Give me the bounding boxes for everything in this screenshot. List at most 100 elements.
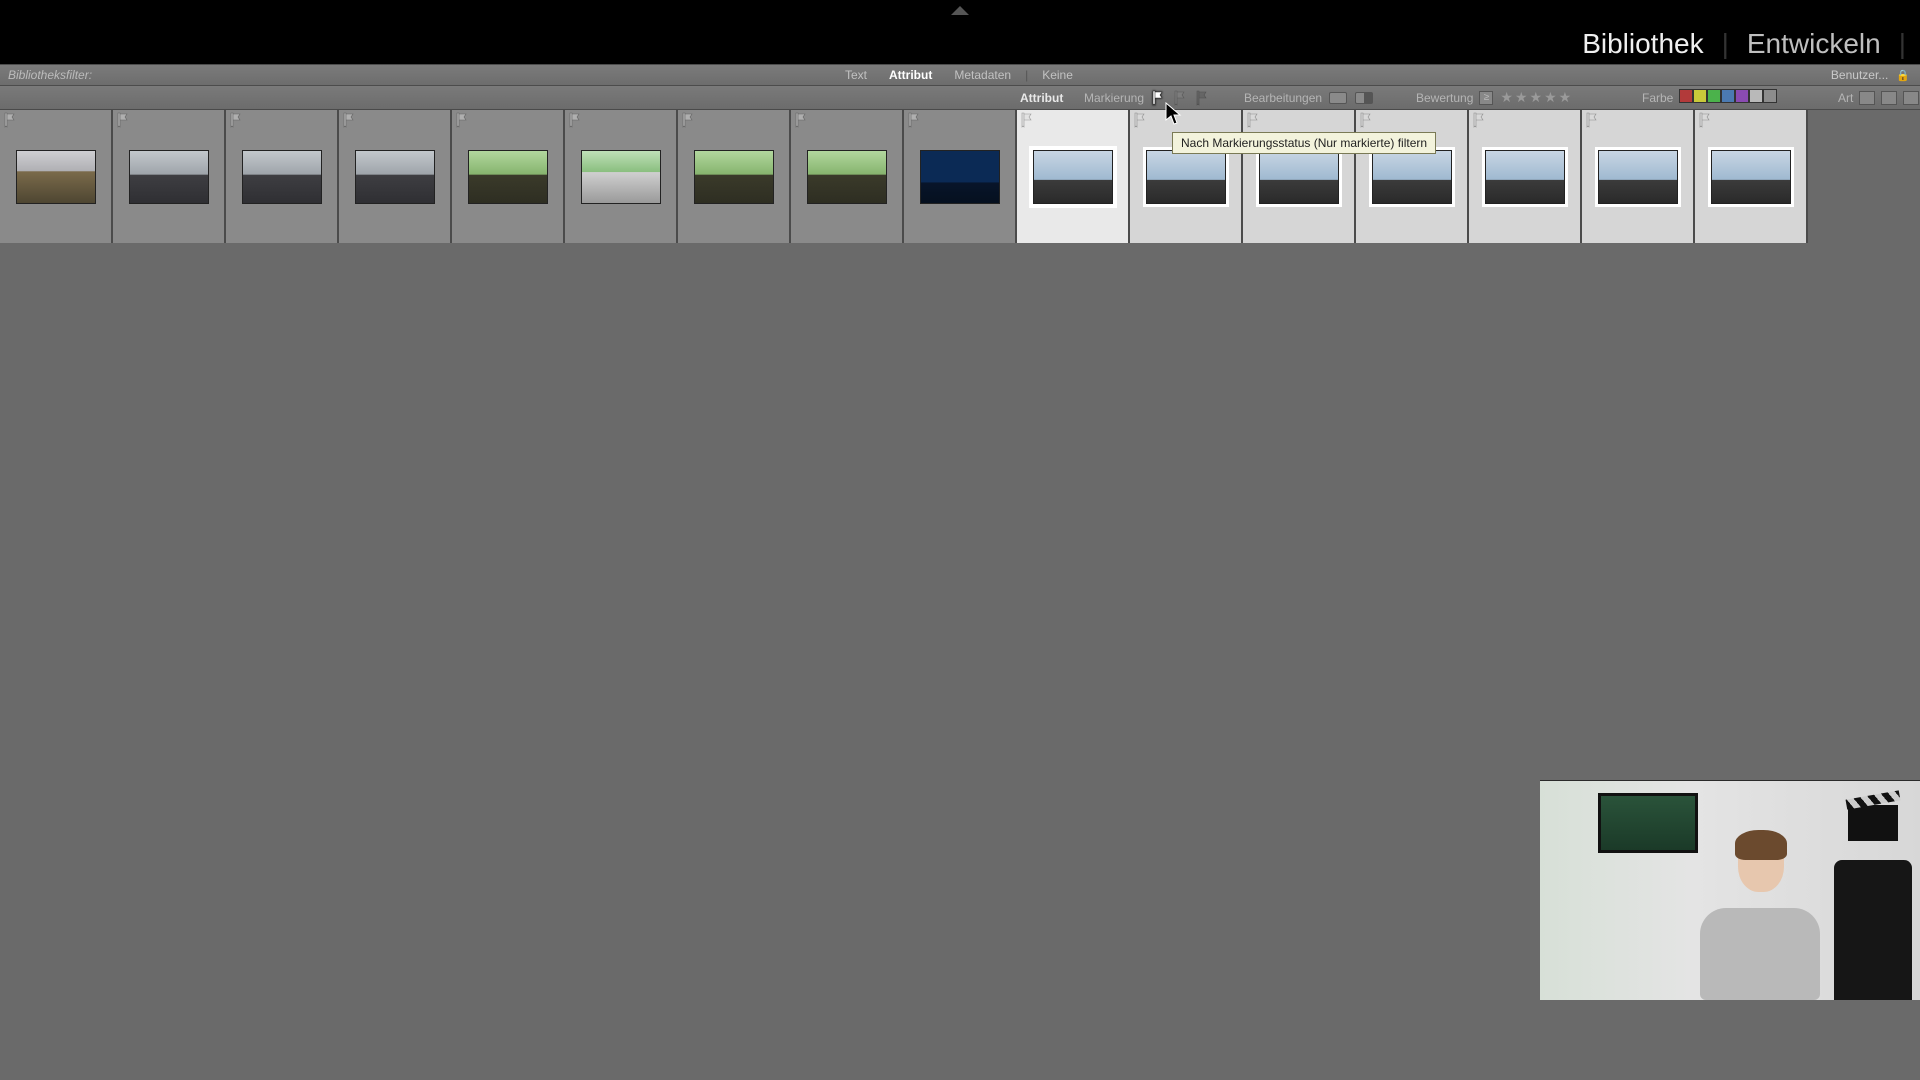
webcam-overlay	[1540, 780, 1920, 1000]
thumbnail-flag-icon[interactable]	[1471, 112, 1487, 128]
thumbnail-flag-icon[interactable]	[1358, 112, 1374, 128]
color-swatch-6[interactable]	[1763, 89, 1777, 103]
color-filter-label: Farbe	[1642, 91, 1673, 105]
color-swatch-0[interactable]	[1679, 89, 1693, 103]
filter-tabs: Text Attribut Metadaten | Keine	[835, 66, 1083, 84]
thumbnail-flag-icon[interactable]	[793, 112, 809, 128]
thumbnail-cell[interactable]	[904, 110, 1017, 243]
kind-video-button[interactable]	[1903, 91, 1919, 105]
thumbnail-flag-icon[interactable]	[454, 112, 470, 128]
filter-preset-dropdown[interactable]: Benutzer...	[1831, 68, 1888, 82]
kind-master-button[interactable]	[1859, 91, 1875, 105]
thumbnail-cell[interactable]	[1695, 110, 1808, 243]
flag-rejected-icon[interactable]	[1194, 90, 1210, 106]
attribute-filter-bar: Attribut Markierung Bearbeitungen Bewert…	[0, 86, 1920, 110]
filter-tab-none[interactable]: Keine	[1032, 66, 1083, 84]
thumbnail-image[interactable]	[581, 150, 661, 204]
color-swatch-1[interactable]	[1693, 89, 1707, 103]
color-swatch-2[interactable]	[1707, 89, 1721, 103]
thumbnail-flag-icon[interactable]	[567, 112, 583, 128]
color-swatch-4[interactable]	[1735, 89, 1749, 103]
thumbnail-image[interactable]	[920, 150, 1000, 204]
thumbnail-cell[interactable]	[791, 110, 904, 243]
flag-picked-icon[interactable]	[1150, 90, 1166, 106]
module-develop[interactable]: Entwickeln	[1747, 28, 1881, 60]
rating-star-3[interactable]: ★	[1530, 89, 1543, 105]
rating-star-4[interactable]: ★	[1544, 89, 1557, 105]
thumbnail-flag-icon[interactable]	[680, 112, 696, 128]
library-filter-bar: Bibliotheksfilter: Text Attribut Metadat…	[0, 64, 1920, 86]
rating-star-2[interactable]: ★	[1515, 89, 1528, 105]
flag-filter-tooltip: Nach Markierungsstatus (Nur markierte) f…	[1172, 132, 1436, 154]
rating-operator-button[interactable]: ≥	[1479, 91, 1493, 105]
color-swatch-5[interactable]	[1749, 89, 1763, 103]
thumbnail-image[interactable]	[16, 150, 96, 204]
thumbnail-flag-icon[interactable]	[2, 112, 18, 128]
kind-virtual-button[interactable]	[1881, 91, 1897, 105]
flag-filter-label: Markierung	[1084, 91, 1144, 105]
thumbnail-image[interactable]	[1372, 150, 1452, 204]
thumbnail-flag-icon[interactable]	[341, 112, 357, 128]
thumbnail-cell[interactable]	[1356, 110, 1469, 243]
thumbnail-cell[interactable]	[452, 110, 565, 243]
filter-lock-icon[interactable]: 🔒	[1896, 69, 1910, 82]
thumbnail-cell[interactable]	[1243, 110, 1356, 243]
thumbnail-flag-icon[interactable]	[906, 112, 922, 128]
panel-reveal-arrow-icon[interactable]	[951, 6, 969, 15]
thumbnail-flag-icon[interactable]	[115, 112, 131, 128]
thumbnail-image[interactable]	[1711, 150, 1791, 204]
thumbnail-flag-icon[interactable]	[1584, 112, 1600, 128]
kind-filter-label: Art	[1838, 91, 1853, 105]
thumbnail-flag-icon[interactable]	[1019, 112, 1035, 128]
rating-filter-group: Bewertung ≥ ★★★★★	[1416, 89, 1572, 106]
webcam-clapperboard-icon	[1848, 805, 1898, 841]
thumbnail-image[interactable]	[1146, 150, 1226, 204]
thumbnail-cell[interactable]	[1130, 110, 1243, 243]
rating-star-1[interactable]: ★	[1500, 89, 1513, 105]
thumbnail-cell[interactable]	[1017, 110, 1130, 243]
webcam-background-art	[1598, 793, 1698, 853]
thumbnail-cell[interactable]	[678, 110, 791, 243]
color-filter-group: Farbe	[1642, 89, 1777, 106]
thumbnail-image[interactable]	[1598, 150, 1678, 204]
webcam-chair	[1834, 860, 1912, 1000]
thumbnail-image[interactable]	[242, 150, 322, 204]
thumbnail-image[interactable]	[694, 150, 774, 204]
edits-unedited-toggle[interactable]	[1355, 92, 1373, 104]
thumbnail-flag-icon[interactable]	[228, 112, 244, 128]
filter-tab-metadata[interactable]: Metadaten	[944, 66, 1021, 84]
thumbnail-cell[interactable]	[1469, 110, 1582, 243]
flag-unflagged-icon[interactable]	[1172, 90, 1188, 106]
edits-edited-toggle[interactable]	[1329, 92, 1347, 104]
module-separator: |	[1899, 28, 1906, 60]
thumbnail-flag-icon[interactable]	[1697, 112, 1713, 128]
filter-tab-separator: |	[1023, 66, 1030, 84]
thumbnail-cell[interactable]	[0, 110, 113, 243]
thumbnail-flag-icon[interactable]	[1132, 112, 1148, 128]
kind-filter-group: Art	[1838, 91, 1919, 105]
edits-filter-label: Bearbeitungen	[1244, 91, 1322, 105]
thumbnail-cell[interactable]	[113, 110, 226, 243]
thumbnail-image[interactable]	[129, 150, 209, 204]
thumbnail-cell[interactable]	[565, 110, 678, 243]
filter-tab-attribute[interactable]: Attribut	[879, 66, 942, 84]
thumbnail-image[interactable]	[1259, 150, 1339, 204]
thumbnail-image[interactable]	[355, 150, 435, 204]
thumbnail-cell[interactable]	[226, 110, 339, 243]
filter-tab-text[interactable]: Text	[835, 66, 877, 84]
rating-star-5[interactable]: ★	[1559, 89, 1572, 105]
thumbnail-image[interactable]	[807, 150, 887, 204]
module-library[interactable]: Bibliothek	[1582, 28, 1703, 60]
thumbnail-flag-icon[interactable]	[1245, 112, 1261, 128]
rating-filter-label: Bewertung	[1416, 91, 1473, 105]
thumbnail-image[interactable]	[1033, 150, 1113, 204]
thumbnail-image[interactable]	[1485, 150, 1565, 204]
color-swatch-3[interactable]	[1721, 89, 1735, 103]
thumbnail-cell[interactable]	[1582, 110, 1695, 243]
edits-filter-group: Bearbeitungen	[1244, 91, 1374, 105]
thumbnail-image[interactable]	[468, 150, 548, 204]
grid-thumbnail-strip	[0, 110, 1920, 243]
thumbnail-cell[interactable]	[339, 110, 452, 243]
flag-filter-group: Markierung	[1084, 90, 1210, 106]
library-filter-label: Bibliotheksfilter:	[8, 68, 92, 82]
